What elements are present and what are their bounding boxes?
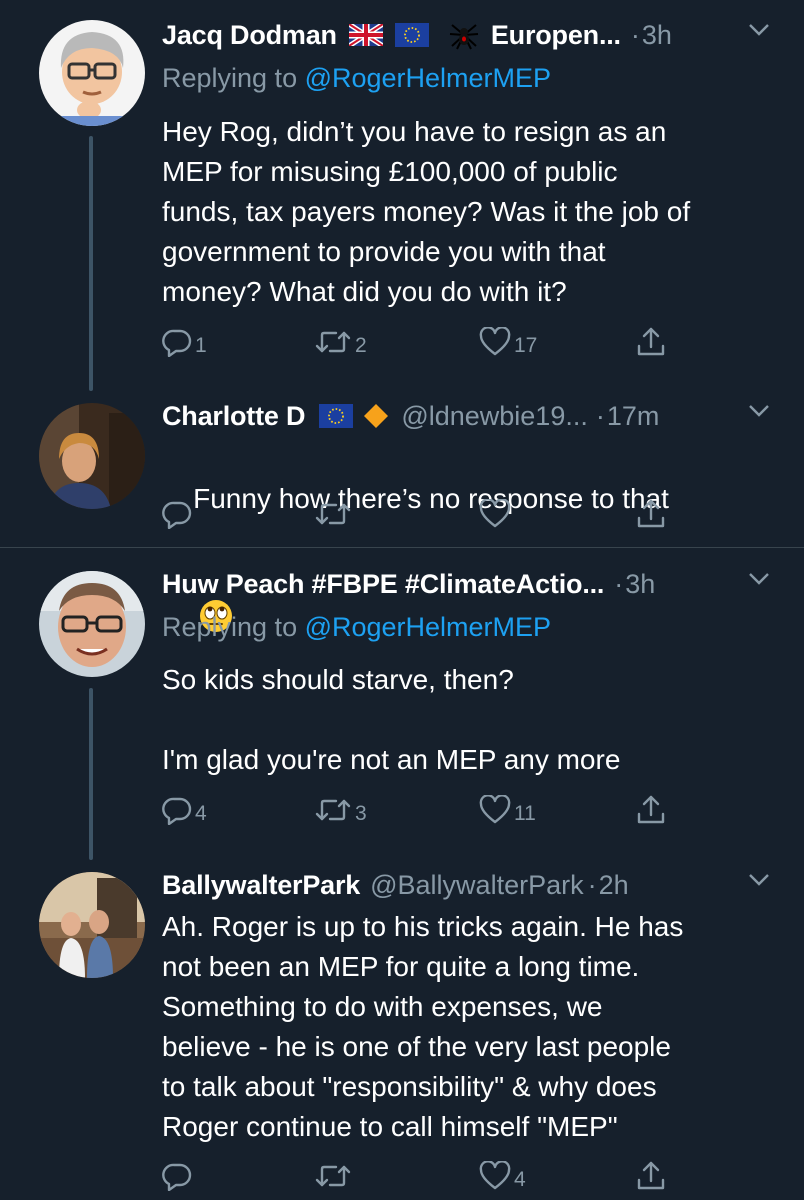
reply-icon (162, 499, 192, 529)
chevron-down-icon[interactable] (748, 873, 770, 887)
share-button[interactable] (636, 324, 666, 360)
tweet-ballywalterpark[interactable]: BallywalterPark @BallywalterPark · 2h Ah… (0, 860, 804, 1200)
eu-flag-icon (319, 404, 354, 428)
retweet-count: 2 (355, 334, 367, 357)
profile-photo (39, 872, 145, 978)
separator-dot: · (595, 400, 605, 431)
spider-icon (449, 20, 479, 50)
replying-to: Replying to @RogerHelmerMEP (162, 612, 551, 643)
like-button[interactable]: 11 (479, 792, 536, 828)
tweet-time[interactable]: 17m (607, 401, 660, 432)
tweet-time[interactable]: 3h (625, 569, 655, 600)
replying-to: Replying to @RogerHelmerMEP (162, 63, 551, 94)
like-count: 17 (514, 334, 538, 357)
reply-button[interactable] (162, 1158, 192, 1194)
retweet-button[interactable]: 2 (314, 324, 367, 360)
tweet-charlotte-d[interactable]: Charlotte D @ldnewbie19... · 17m Funny h… (0, 395, 804, 632)
replying-to-label: Replying to (162, 63, 305, 93)
retweet-button[interactable]: 3 (314, 792, 367, 828)
tweet-time[interactable]: 2h (599, 870, 629, 901)
reply-icon (162, 795, 192, 825)
chevron-down-icon[interactable] (748, 572, 770, 586)
tweet-time[interactable]: 3h (642, 20, 672, 51)
separator-dot: · (614, 568, 624, 599)
chevron-down-icon[interactable] (748, 23, 770, 37)
tweet-jacq-dodman[interactable]: Jacq Dodman Europen... · 3h Replying to … (0, 0, 804, 395)
heart-icon (479, 1161, 511, 1191)
retweet-count: 3 (355, 802, 367, 825)
like-button[interactable]: 4 (479, 1158, 526, 1194)
avatar[interactable] (39, 571, 145, 677)
heart-icon (479, 499, 511, 529)
display-name[interactable]: BallywalterPark (162, 870, 360, 901)
orange-diamond-icon (363, 403, 389, 429)
tweet-header: BallywalterPark @BallywalterPark · 2h (162, 865, 770, 905)
reply-button[interactable]: 4 (162, 792, 207, 828)
share-icon (636, 794, 666, 826)
mention-link[interactable]: @RogerHelmerMEP (305, 612, 551, 642)
uk-flag-icon (348, 24, 383, 46)
profile-photo (39, 403, 145, 509)
tweet-actions: 4 3 11 (162, 792, 682, 828)
share-icon (636, 1160, 666, 1192)
heart-icon (479, 327, 511, 357)
reply-button[interactable] (162, 496, 192, 532)
mention-link[interactable]: @RogerHelmerMEP (305, 63, 551, 93)
display-name-suffix[interactable]: Europen... (491, 20, 621, 51)
avatar[interactable] (39, 403, 145, 509)
retweet-button[interactable] (314, 1158, 352, 1194)
eu-flag-icon (394, 23, 429, 47)
memoji-avatar-image (39, 20, 145, 126)
tweet-actions: 4 (162, 1158, 682, 1194)
share-icon (636, 498, 666, 530)
reply-icon (162, 1161, 192, 1191)
reply-count: 1 (195, 334, 207, 357)
like-count: 11 (514, 802, 536, 825)
share-button[interactable] (636, 496, 666, 532)
like-button[interactable] (479, 496, 511, 532)
share-button[interactable] (636, 792, 666, 828)
retweet-icon (314, 1161, 352, 1191)
like-count: 4 (514, 1168, 526, 1191)
user-handle[interactable]: @ldnewbie19... (401, 401, 588, 432)
reply-button[interactable]: 1 (162, 324, 207, 360)
avatar[interactable] (39, 20, 145, 126)
share-icon (636, 326, 666, 358)
tweet-actions: 1 2 17 (162, 324, 682, 360)
separator-dot: · (587, 869, 597, 900)
user-handle[interactable]: @BallywalterPark (370, 870, 583, 901)
tweet-text: Ah. Roger is up to his tricks again. He … (162, 911, 684, 1142)
tweet-text: Hey Rog, didn’t you have to resign as an… (162, 116, 691, 307)
tweet-text: So kids should starve, then? I'm glad yo… (162, 664, 621, 775)
tweet-header: Charlotte D @ldnewbie19... · 17m (162, 396, 770, 436)
reply-count: 4 (195, 802, 207, 825)
thread-line (89, 136, 93, 391)
like-button[interactable]: 17 (479, 324, 537, 360)
chevron-down-icon[interactable] (748, 404, 770, 418)
tweet-huw-peach[interactable]: Huw Peach #FBPE #ClimateActio... · 3h Re… (0, 548, 804, 860)
display-name[interactable]: Charlotte D (162, 401, 306, 432)
heart-icon (479, 795, 511, 825)
display-name[interactable]: Huw Peach #FBPE #ClimateActio... (162, 569, 604, 600)
display-name[interactable]: Jacq Dodman (162, 20, 337, 51)
reply-icon (162, 327, 192, 357)
replying-to-label: Replying to (162, 612, 305, 642)
tweet-header: Huw Peach #FBPE #ClimateActio... · 3h (162, 564, 770, 604)
share-button[interactable] (636, 1158, 666, 1194)
retweet-icon (314, 795, 352, 825)
tweet-actions (162, 496, 682, 532)
retweet-icon (314, 499, 352, 529)
profile-photo (39, 571, 145, 677)
thread-line (89, 688, 93, 860)
tweet-header: Jacq Dodman Europen... · 3h (162, 15, 770, 55)
separator-dot: · (630, 19, 640, 50)
avatar[interactable] (39, 872, 145, 978)
retweet-icon (314, 327, 352, 357)
retweet-button[interactable] (314, 496, 352, 532)
